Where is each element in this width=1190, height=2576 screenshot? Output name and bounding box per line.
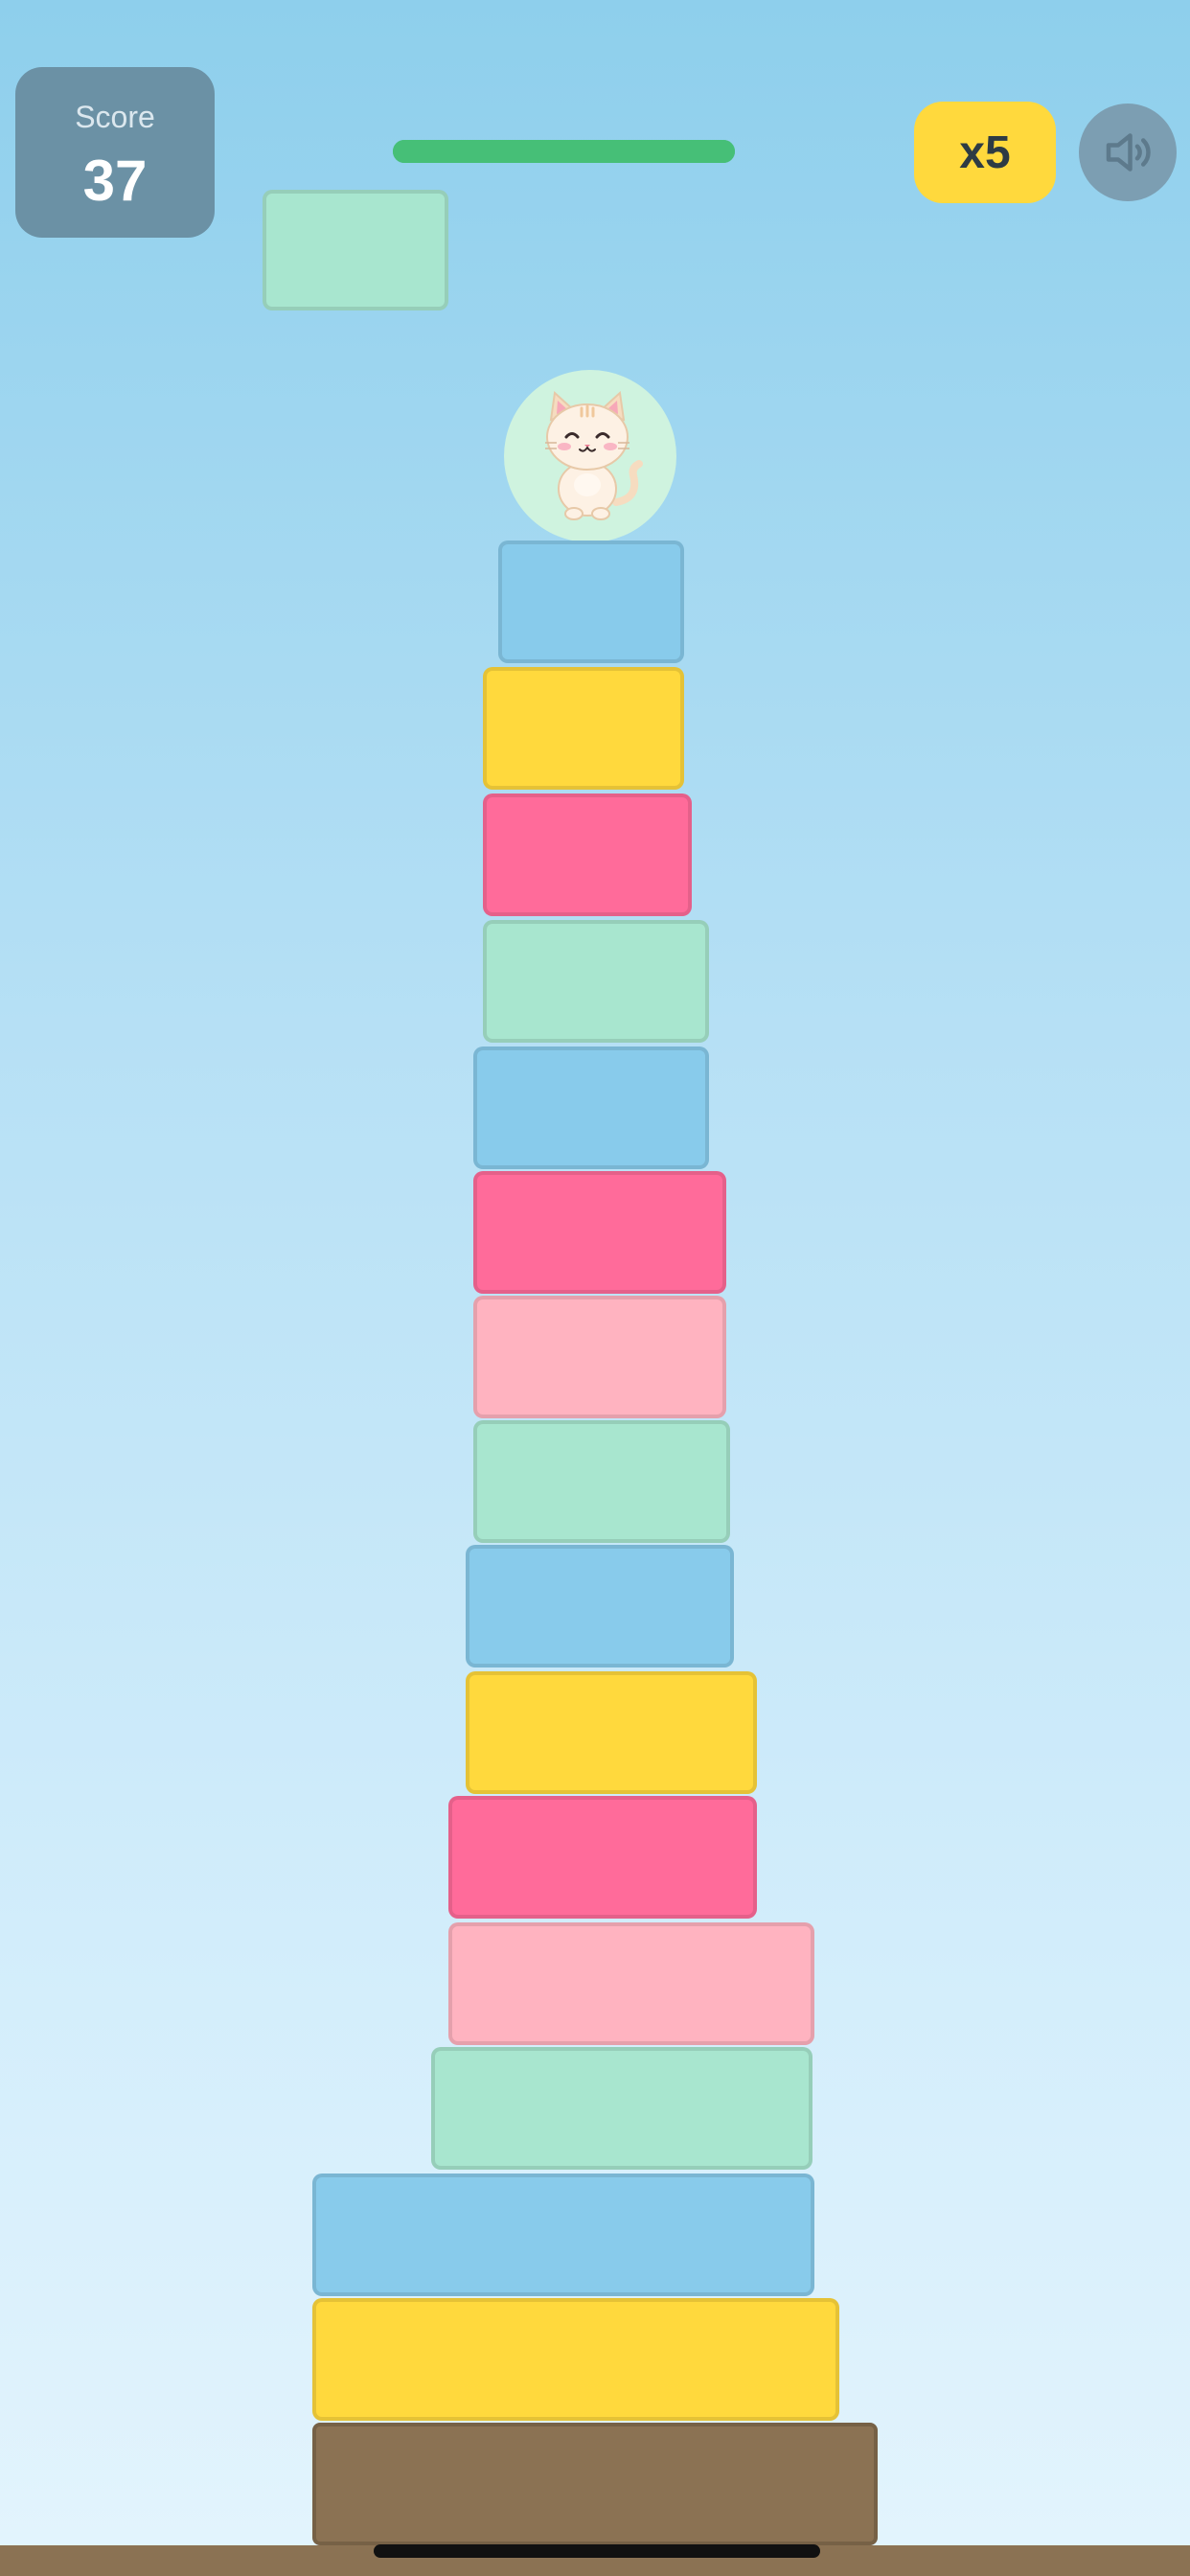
score-value: 37: [82, 149, 148, 213]
tower-base-platform: [312, 2423, 878, 2545]
tower-block-blue: [473, 1046, 709, 1169]
tower-block-mint: [473, 1420, 730, 1543]
cat-character: [504, 370, 676, 542]
game-stage[interactable]: Score 37 x5: [0, 0, 1190, 2576]
tower-block-yellow: [312, 2298, 839, 2421]
tower-block-pink: [473, 1171, 726, 1294]
tower-block-mint: [431, 2047, 812, 2170]
tower-block-pink: [448, 1796, 757, 1919]
falling-block[interactable]: [263, 190, 448, 310]
tower-block-mint: [483, 920, 709, 1043]
progress-fill: [393, 140, 735, 163]
tower-block-blue: [312, 2174, 814, 2296]
tower-block-yellow: [483, 667, 684, 790]
cat-icon: [545, 390, 643, 520]
tower-block-blue: [498, 540, 684, 663]
home-indicator: [374, 2544, 820, 2558]
tower-block-light-pink: [473, 1296, 726, 1418]
progress-bar: [393, 140, 735, 163]
tower-block-light-pink: [448, 1922, 814, 2045]
tower-block-pink: [483, 794, 692, 916]
speaker-volume-icon: [1106, 133, 1151, 172]
tower-block-yellow: [466, 1671, 757, 1794]
tower-block-blue: [466, 1545, 734, 1668]
sound-toggle-button[interactable]: [1079, 104, 1177, 201]
combo-multiplier-badge: x5: [914, 102, 1056, 203]
score-label: Score: [75, 100, 155, 134]
score-card: Score 37: [15, 67, 215, 238]
